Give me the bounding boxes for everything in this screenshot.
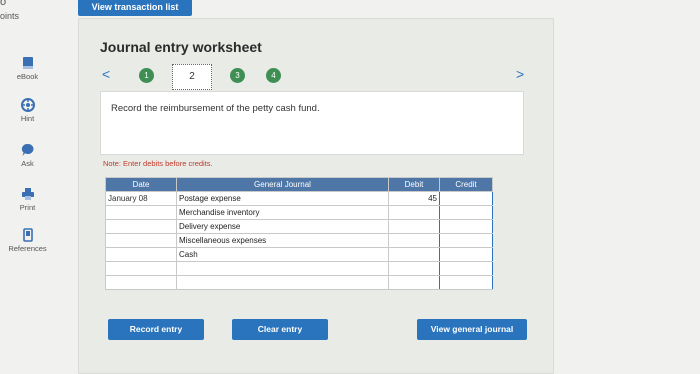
debit-header: Debit — [388, 177, 440, 192]
date-cell[interactable]: January 08 — [105, 191, 177, 206]
sidebar-item-label: References — [8, 244, 47, 253]
general-journal-header: General Journal — [176, 177, 389, 192]
next-arrow-icon[interactable]: > — [516, 66, 524, 82]
view-general-journal-button[interactable]: View general journal — [417, 319, 527, 340]
credit-cell[interactable] — [439, 233, 493, 248]
credit-cell[interactable] — [439, 205, 493, 220]
prev-arrow-icon[interactable]: < — [102, 66, 110, 82]
table-header-row: Date General Journal Debit Credit — [105, 177, 493, 192]
debit-cell[interactable] — [388, 219, 440, 234]
debit-cell[interactable] — [388, 233, 440, 248]
sidebar-item-label: Hint — [20, 114, 35, 123]
debit-cell[interactable] — [388, 261, 440, 276]
credit-cell[interactable] — [439, 261, 493, 276]
book-icon — [22, 57, 33, 69]
page-title: Journal entry worksheet — [100, 39, 262, 55]
sidebar-item-hint[interactable]: Hint — [0, 98, 55, 123]
date-cell[interactable] — [105, 275, 177, 290]
sidebar-item-label: eBook — [16, 72, 39, 81]
view-transaction-list-button[interactable]: View transaction list — [78, 0, 192, 16]
date-cell[interactable] — [105, 261, 177, 276]
hint-icon — [20, 98, 35, 112]
account-cell[interactable]: Miscellaneous expenses — [176, 233, 389, 248]
account-cell[interactable] — [176, 275, 389, 290]
account-cell[interactable]: Postage expense — [176, 191, 389, 206]
record-entry-button[interactable]: Record entry — [108, 319, 204, 340]
date-cell[interactable] — [105, 247, 177, 262]
ask-icon — [21, 143, 33, 156]
step-2-current[interactable]: 2 — [172, 64, 212, 90]
table-row: Cash — [105, 247, 493, 262]
account-cell[interactable] — [176, 261, 389, 276]
journal-table: Date General Journal Debit Credit Januar… — [105, 177, 493, 290]
table-row: Miscellaneous expenses — [105, 233, 493, 248]
account-cell[interactable]: Merchandise inventory — [176, 205, 389, 220]
debit-cell[interactable]: 45 — [388, 191, 440, 206]
date-cell[interactable] — [105, 205, 177, 220]
instruction-box: Record the reimbursement of the petty ca… — [100, 91, 524, 155]
step-1-button[interactable]: 1 — [139, 68, 154, 83]
sidebar-item-print[interactable]: Print — [0, 187, 55, 212]
sidebar-item-label: Ask — [21, 159, 34, 168]
credit-header: Credit — [439, 177, 493, 192]
date-cell[interactable] — [105, 233, 177, 248]
references-icon — [22, 228, 33, 242]
step-4-button[interactable]: 4 — [266, 68, 281, 83]
print-icon — [21, 188, 34, 200]
sidebar: eBook Hint Ask Print References — [0, 30, 55, 372]
table-row: Merchandise inventory — [105, 205, 493, 220]
step-3-button[interactable]: 3 — [230, 68, 245, 83]
sidebar-item-label: Print — [19, 203, 36, 212]
instruction-text: Record the reimbursement of the petty ca… — [111, 103, 320, 114]
credit-cell[interactable] — [439, 247, 493, 262]
account-cell[interactable]: Delivery expense — [176, 219, 389, 234]
debit-cell[interactable] — [388, 275, 440, 290]
clear-entry-button[interactable]: Clear entry — [232, 319, 328, 340]
date-header: Date — [105, 177, 177, 192]
table-row: Delivery expense — [105, 219, 493, 234]
table-row — [105, 261, 493, 276]
account-cell[interactable]: Cash — [176, 247, 389, 262]
table-row — [105, 275, 493, 290]
date-cell[interactable] — [105, 219, 177, 234]
sidebar-item-references[interactable]: References — [0, 228, 55, 253]
sidebar-item-ebook[interactable]: eBook — [0, 56, 55, 81]
points-text: oints — [0, 11, 20, 21]
points-digit: o — [0, 0, 7, 8]
credit-cell[interactable] — [439, 275, 493, 290]
sidebar-item-ask[interactable]: Ask — [0, 143, 55, 168]
credit-cell[interactable] — [439, 191, 493, 206]
table-row: January 08 Postage expense 45 — [105, 191, 493, 206]
credit-cell[interactable] — [439, 219, 493, 234]
debit-cell[interactable] — [388, 205, 440, 220]
note-text: Note: Enter debits before credits. — [103, 159, 213, 168]
debit-cell[interactable] — [388, 247, 440, 262]
